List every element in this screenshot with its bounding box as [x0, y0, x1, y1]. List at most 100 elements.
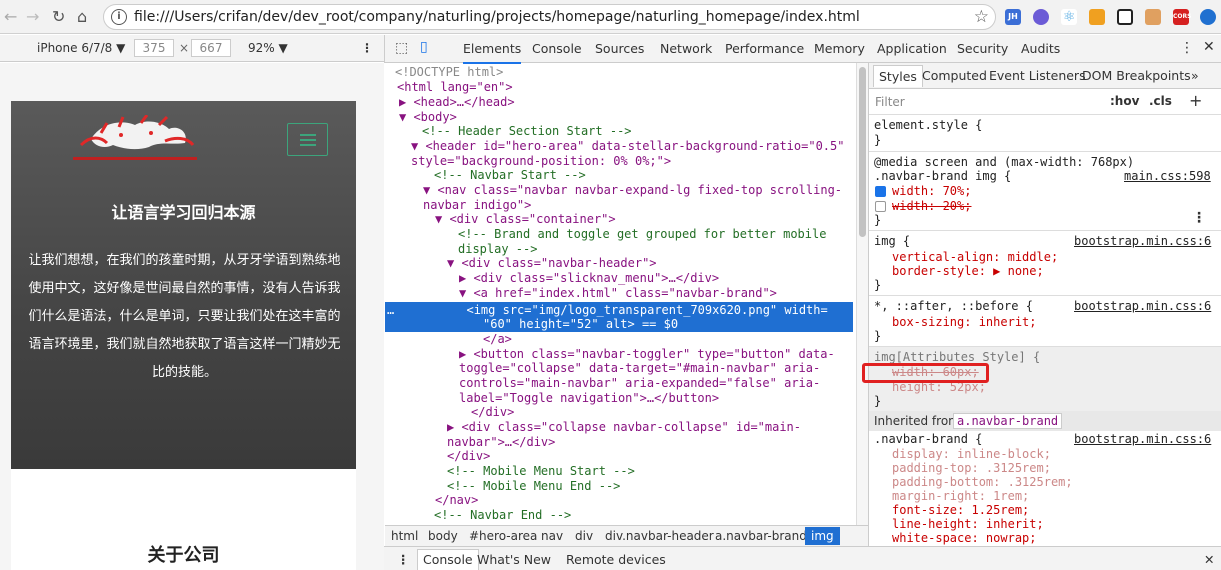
- dom-line[interactable]: display -->: [458, 242, 537, 257]
- css-property-overridden[interactable]: width: 20%;: [892, 199, 971, 213]
- device-height-input[interactable]: 667: [191, 39, 231, 57]
- rule-source-link[interactable]: bootstrap.min.css:6: [1074, 299, 1211, 313]
- tab-audits[interactable]: Audits: [1021, 41, 1060, 56]
- cls-toggle[interactable]: .cls: [1149, 94, 1172, 108]
- dom-line[interactable]: <!-- Mobile Menu End -->: [447, 479, 620, 494]
- tab-console[interactable]: Console: [532, 41, 582, 56]
- tab-memory[interactable]: Memory: [814, 41, 865, 56]
- property-checkbox[interactable]: [875, 186, 886, 197]
- rule-source-link[interactable]: bootstrap.min.css:6: [1074, 432, 1211, 446]
- dom-line[interactable]: ▼ <header id="hero-area" data-stellar-ba…: [411, 139, 844, 154]
- dom-line[interactable]: ▼ <div class="container">: [435, 212, 616, 227]
- home-icon[interactable]: ⌂: [77, 7, 87, 26]
- crumb-div[interactable]: div: [575, 529, 593, 543]
- rule-selector[interactable]: element.style {: [874, 118, 982, 132]
- tab-network[interactable]: Network: [660, 41, 712, 56]
- dom-line[interactable]: <!-- Navbar End -->: [434, 508, 571, 523]
- css-property[interactable]: width: 70%;: [892, 184, 971, 198]
- tab-dom-breakpoints[interactable]: DOM Breakpoints: [1082, 68, 1191, 83]
- dom-line[interactable]: <!-- Mobile Menu Start -->: [447, 464, 635, 479]
- dom-line[interactable]: ▶ <div class="slicknav_menu">…</div>: [459, 271, 719, 286]
- drawer-tab-whats-new[interactable]: What's New: [477, 552, 551, 567]
- extension-circle-icon[interactable]: [1033, 9, 1049, 25]
- dom-line[interactable]: controls="main-navbar" aria-expanded="fa…: [459, 376, 820, 391]
- dom-line[interactable]: navbar">…</div>: [447, 435, 555, 450]
- css-property[interactable]: display: inline-block;: [892, 447, 1051, 461]
- crumb-body[interactable]: body: [428, 529, 458, 543]
- dom-line[interactable]: ▼ <div class="navbar-header">: [447, 256, 657, 271]
- extension-orange-icon[interactable]: [1089, 9, 1105, 25]
- device-more-icon[interactable]: ⋮: [361, 41, 373, 55]
- extension-blue-icon[interactable]: [1200, 9, 1216, 25]
- device-select[interactable]: iPhone 6/7/8 ▼: [37, 41, 125, 55]
- crumb-navbar-header[interactable]: div.navbar-header: [605, 529, 714, 543]
- back-icon[interactable]: ←: [4, 7, 17, 26]
- dom-line[interactable]: ▼ <a href="index.html" class="navbar-bra…: [459, 286, 777, 301]
- dom-line[interactable]: ▶ <div class="collapse navbar-collapse" …: [447, 420, 801, 435]
- dom-line[interactable]: </a>: [483, 332, 512, 347]
- dom-line[interactable]: </div>: [447, 449, 490, 464]
- css-property[interactable]: line-height: inherit;: [892, 517, 1044, 531]
- dom-line[interactable]: toggle="collapse" data-target="#main-nav…: [459, 361, 820, 376]
- address-bar[interactable]: i file:///Users/crifan/dev/dev_root/comp…: [103, 4, 996, 30]
- zoom-select[interactable]: 92% ▼: [248, 41, 288, 55]
- dom-line[interactable]: <!DOCTYPE html>: [395, 65, 503, 80]
- dom-line[interactable]: style="background-position: 0% 0%;">: [411, 154, 671, 169]
- dom-line-selected[interactable]: "60" height="52" alt> == $0: [483, 317, 678, 332]
- hov-toggle[interactable]: :hov: [1110, 94, 1139, 108]
- rule-selector[interactable]: .navbar-brand {: [874, 432, 982, 446]
- dragon-logo-icon[interactable]: [61, 115, 209, 165]
- crumb-navbar-brand[interactable]: a.navbar-brand: [715, 529, 807, 543]
- close-drawer-icon[interactable]: ✕: [1204, 552, 1214, 567]
- tab-elements[interactable]: Elements: [463, 41, 522, 64]
- tab-event-listeners[interactable]: Event Listeners: [989, 68, 1086, 83]
- rule-selector[interactable]: *, ::after, ::before {: [874, 299, 1033, 313]
- cors-extension-icon[interactable]: CORS: [1173, 9, 1191, 25]
- rule-source-link[interactable]: bootstrap.min.css:6: [1074, 234, 1211, 248]
- rule-menu-icon[interactable]: ⋮: [1192, 210, 1206, 226]
- dom-line[interactable]: navbar indigo">: [423, 198, 531, 213]
- react-devtools-icon[interactable]: ⚛: [1061, 9, 1077, 25]
- css-property[interactable]: font-size: 1.25rem;: [892, 503, 1029, 517]
- extension-jh-icon[interactable]: JH: [1005, 9, 1021, 25]
- drawer-menu-icon[interactable]: ⋮: [397, 552, 410, 567]
- bookmark-star-icon[interactable]: ☆: [974, 7, 989, 27]
- rule-source-link[interactable]: main.css:598: [1124, 169, 1211, 183]
- css-property[interactable]: border-style: ▶ none;: [892, 264, 1044, 278]
- qr-code-icon[interactable]: [1117, 9, 1133, 25]
- dom-line[interactable]: <!-- Header Section Start -->: [422, 124, 632, 139]
- dom-line-selected[interactable]: … <img src="img/logo_transparent_709x620…: [387, 303, 828, 318]
- reload-icon[interactable]: ↻: [52, 7, 65, 26]
- rule-selector[interactable]: .navbar-brand img {: [874, 169, 1011, 183]
- close-devtools-icon[interactable]: ✕: [1203, 39, 1215, 55]
- tab-performance[interactable]: Performance: [725, 41, 804, 56]
- inherited-element-link[interactable]: a.navbar-brand: [953, 413, 1063, 429]
- dom-line[interactable]: </nav>: [435, 493, 478, 508]
- filter-input[interactable]: Filter: [875, 95, 905, 109]
- css-property[interactable]: margin-right: 1rem;: [892, 489, 1029, 503]
- dom-line[interactable]: <html lang="en">: [397, 80, 513, 95]
- crumb-hero-area[interactable]: #hero-area: [469, 529, 537, 543]
- tab-security[interactable]: Security: [957, 41, 1008, 56]
- info-icon[interactable]: i: [111, 9, 127, 25]
- more-tabs-icon[interactable]: »: [1191, 68, 1199, 83]
- dom-line[interactable]: label="Toggle navigation">…</button>: [459, 391, 719, 406]
- extension-brown-icon[interactable]: [1145, 9, 1161, 25]
- crumb-html[interactable]: html: [391, 529, 418, 543]
- dom-line[interactable]: <!-- Brand and toggle get grouped for be…: [458, 227, 826, 242]
- dom-scrollbar[interactable]: [856, 63, 868, 525]
- css-property[interactable]: white-space: nowrap;: [892, 531, 1037, 545]
- drawer-tab-remote-devices[interactable]: Remote devices: [566, 552, 666, 567]
- dom-line[interactable]: ▶ <button class="navbar-toggler" type="b…: [459, 347, 835, 362]
- crumb-nav[interactable]: nav: [541, 529, 563, 543]
- tab-computed[interactable]: Computed: [922, 68, 987, 83]
- url-text[interactable]: file:///Users/crifan/dev/dev_root/compan…: [134, 9, 860, 25]
- drawer-tab-console[interactable]: Console: [417, 549, 479, 570]
- dom-line[interactable]: ▼ <nav class="navbar navbar-expand-lg fi…: [423, 183, 842, 198]
- css-property[interactable]: padding-top: .3125rem;: [892, 461, 1051, 475]
- forward-icon[interactable]: →: [26, 7, 39, 26]
- tab-styles[interactable]: Styles: [873, 65, 923, 87]
- dom-line[interactable]: ▶ <head>…</head>: [399, 95, 515, 110]
- new-rule-icon[interactable]: +: [1189, 91, 1202, 110]
- css-property[interactable]: vertical-align: middle;: [892, 250, 1058, 264]
